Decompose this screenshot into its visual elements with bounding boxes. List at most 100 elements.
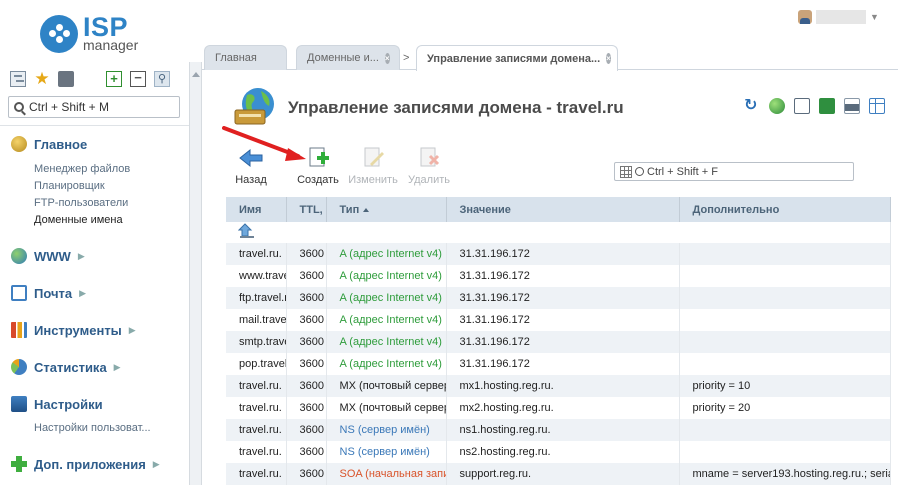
cell-name: pop.travel.ru. bbox=[226, 353, 287, 375]
delete-label: Удалить bbox=[408, 174, 450, 186]
close-icon[interactable]: × bbox=[606, 53, 611, 64]
cell-ttl: 3600 bbox=[286, 331, 327, 353]
cell-value: 31.31.196.172 bbox=[446, 353, 680, 375]
sidebar-group-label: WWW bbox=[34, 248, 71, 264]
sidebar-group-www[interactable]: WWW ▶ bbox=[11, 248, 85, 264]
edit-button[interactable]: Изменить bbox=[348, 146, 398, 186]
tab-label: Главная bbox=[215, 52, 257, 64]
sidebar-group-main[interactable]: Главное bbox=[11, 136, 87, 152]
sidebar-group-stats[interactable]: Статистика ▶ bbox=[11, 359, 121, 375]
sidebar-group-label: Инструменты bbox=[34, 322, 122, 338]
column-header-name[interactable]: Имя bbox=[226, 197, 287, 222]
copy-icon[interactable] bbox=[794, 98, 810, 114]
cell-name: ftp.travel.ru. bbox=[226, 287, 287, 309]
cell-type: NS (сервер имён) bbox=[326, 419, 447, 441]
table-row[interactable]: ftp.travel.ru.3600A (адрес Internet v4)3… bbox=[226, 287, 891, 309]
column-header-value[interactable]: Значение bbox=[446, 197, 680, 222]
sidebar-search-input[interactable]: Ctrl + Shift + M bbox=[8, 96, 180, 118]
column-header-type[interactable]: Тип bbox=[326, 197, 447, 222]
sidebar-group-label: Доп. приложения bbox=[34, 456, 146, 472]
cell-value: 31.31.196.172 bbox=[446, 309, 680, 331]
tab-domain-records[interactable]: Управление записями домена... × bbox=[416, 45, 618, 71]
expand-all-icon[interactable]: + bbox=[106, 71, 122, 87]
table-row[interactable]: pop.travel.ru.3600A (адрес Internet v4)3… bbox=[226, 353, 891, 375]
cell-value: 31.31.196.172 bbox=[446, 265, 680, 287]
sidebar-item-scheduler[interactable]: Планировщик bbox=[34, 180, 105, 192]
sidebar-item-user-settings[interactable]: Настройки пользоват... bbox=[34, 422, 151, 434]
table-row[interactable]: mail.travel.ru.3600A (адрес Internet v4)… bbox=[226, 309, 891, 331]
sidebar-item-ftp-users[interactable]: FTP-пользователи bbox=[34, 197, 128, 209]
sidebar-group-label: Статистика bbox=[34, 359, 107, 375]
logo-text-bottom: manager bbox=[83, 37, 139, 53]
close-icon[interactable]: × bbox=[384, 52, 390, 64]
cell-value: 31.31.196.172 bbox=[446, 287, 680, 309]
sidebar-divider bbox=[0, 125, 189, 126]
cell-extra: priority = 10 bbox=[679, 375, 891, 397]
sidebar-toolbar: ★ + − ⚲ bbox=[10, 70, 170, 87]
table-row[interactable]: www.travel.ru.3600A (адрес Internet v4)3… bbox=[226, 265, 891, 287]
web-icon[interactable] bbox=[769, 98, 785, 114]
pin-icon[interactable]: ⚲ bbox=[154, 71, 170, 87]
cell-value: ns2.hosting.reg.ru. bbox=[446, 441, 680, 463]
tab-domains[interactable]: Доменные и... × bbox=[296, 45, 400, 70]
table-row[interactable]: travel.ru. 3600 A (адрес Internet v4) 31.31… bbox=[226, 243, 891, 265]
chevron-right-icon: ▶ bbox=[152, 458, 160, 469]
tree-view-icon[interactable] bbox=[10, 71, 26, 87]
cell-extra bbox=[679, 287, 891, 309]
column-header-extra[interactable]: Дополнительно bbox=[679, 197, 891, 222]
chevron-right-icon: ▶ bbox=[128, 324, 136, 335]
column-header-ttl[interactable]: TTL, bbox=[286, 197, 327, 222]
cell-extra bbox=[679, 331, 891, 353]
dns-globe-icon bbox=[233, 86, 279, 128]
table-row[interactable]: travel.ru. 3600 MX (почтовый сервер) mx2.ho… bbox=[226, 397, 891, 419]
cell-value: ns1.hosting.reg.ru. bbox=[446, 419, 680, 441]
sidebar-group-tools[interactable]: Инструменты ▶ bbox=[11, 322, 136, 338]
export-excel-icon[interactable] bbox=[819, 98, 835, 114]
sort-ascending-icon bbox=[363, 207, 370, 212]
chevron-right-icon: ▶ bbox=[113, 361, 121, 372]
cell-ttl: 3600 bbox=[286, 375, 327, 397]
search-icon bbox=[635, 167, 644, 176]
cell-extra bbox=[679, 419, 891, 441]
print-icon[interactable] bbox=[844, 98, 860, 114]
tab-home[interactable]: Главная bbox=[204, 45, 287, 70]
user-menu[interactable]: ▼ bbox=[798, 8, 879, 26]
cell-type: A (адрес Internet v4) bbox=[326, 243, 447, 265]
parent-level-row[interactable] bbox=[226, 222, 891, 243]
sidebar-item-domains[interactable]: Доменные имена bbox=[34, 214, 123, 226]
table-row[interactable]: smtp.travel.ru.3600A (адрес Internet v4)… bbox=[226, 331, 891, 353]
refresh-icon[interactable]: ↻ bbox=[744, 98, 760, 114]
user-avatar-icon bbox=[798, 10, 812, 24]
cell-value: support.reg.ru. bbox=[446, 463, 680, 485]
table-row[interactable]: travel.ru.3600SOA (начальная запись зоны… bbox=[226, 463, 891, 485]
briefcase-icon[interactable] bbox=[58, 71, 74, 87]
delete-button[interactable]: Удалить bbox=[407, 146, 451, 186]
sidebar-group-settings[interactable]: Настройки bbox=[11, 396, 103, 412]
collapse-arrow-icon[interactable] bbox=[192, 72, 200, 77]
delete-document-icon bbox=[416, 146, 442, 170]
chevron-down-icon: ▼ bbox=[870, 12, 879, 22]
table-row[interactable]: travel.ru. 3600 MX (почтовый сервер) mx1.ho… bbox=[226, 375, 891, 397]
cell-type: NS (сервер имён) bbox=[326, 441, 447, 463]
level-up-icon[interactable] bbox=[237, 223, 256, 239]
table-search-placeholder: Ctrl + Shift + F bbox=[647, 165, 718, 178]
table-row[interactable]: travel.ru. 3600 NS (сервер имён) ns1.hostin… bbox=[226, 419, 891, 441]
chevron-right-icon: > bbox=[403, 52, 410, 64]
cell-type: SOA (начальная запись зоны) bbox=[326, 463, 447, 485]
favorites-star-icon[interactable]: ★ bbox=[34, 70, 50, 87]
sidebar-group-extra-apps[interactable]: Доп. приложения ▶ bbox=[11, 456, 160, 472]
table-search-input[interactable]: Ctrl + Shift + F bbox=[614, 162, 854, 181]
sidebar-splitter[interactable] bbox=[189, 62, 202, 485]
sidebar-group-mail[interactable]: Почта ▶ bbox=[11, 285, 86, 301]
sidebar-group-label: Настройки bbox=[34, 396, 103, 412]
sidebar-search-placeholder: Ctrl + Shift + M bbox=[29, 100, 110, 114]
globe-icon bbox=[11, 248, 27, 264]
cell-type: A (адрес Internet v4) bbox=[326, 331, 447, 353]
collapse-all-icon[interactable]: − bbox=[130, 71, 146, 87]
cell-type: A (адрес Internet v4) bbox=[326, 353, 447, 375]
cell-name: www.travel.ru. bbox=[226, 265, 287, 287]
table-row[interactable]: travel.ru. 3600 NS (сервер имён) ns2.hostin… bbox=[226, 441, 891, 463]
table-settings-icon[interactable] bbox=[869, 98, 885, 114]
sidebar-item-file-manager[interactable]: Менеджер файлов bbox=[34, 163, 130, 175]
cell-name: travel.ru. bbox=[226, 397, 287, 419]
